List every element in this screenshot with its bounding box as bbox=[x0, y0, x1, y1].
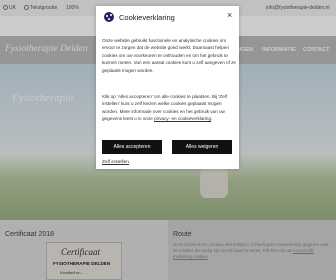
cookie-intro-text: Onze website gebruikt functionele en ana… bbox=[102, 38, 236, 73]
custom-settings-link[interactable]: Zelf instellen bbox=[102, 160, 129, 165]
cookie-chip bbox=[106, 15, 108, 17]
cookie-chip bbox=[110, 14, 112, 16]
privacy-link[interactable]: privacy- en cookieverklaring bbox=[154, 116, 211, 121]
reject-all-button[interactable]: Alles weigeren bbox=[172, 140, 232, 154]
cookie-dialog: Cookieverklaring × Onze website gebruikt… bbox=[96, 6, 239, 169]
close-icon[interactable]: × bbox=[227, 10, 232, 20]
accept-all-button[interactable]: Alles accepteren bbox=[102, 140, 162, 154]
cookie-info-end: . bbox=[211, 116, 213, 122]
cookie-chip bbox=[108, 18, 110, 20]
cookie-icon bbox=[104, 12, 114, 22]
cookie-info-text: Klik op 'Alles accepteren' om alle cooki… bbox=[102, 93, 236, 123]
dialog-title: Cookieverklaring bbox=[119, 13, 175, 22]
